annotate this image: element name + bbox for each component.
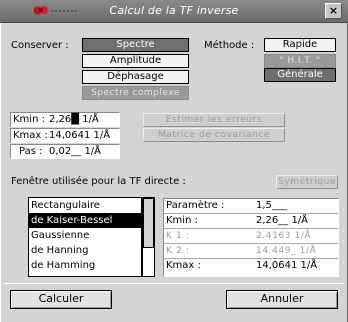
param-value: 14,0641 1/Å — [256, 260, 318, 271]
list-scrollbar-thumb[interactable] — [143, 198, 154, 248]
list-item-kaiser-bessel[interactable]: de Kaiser-Bessel — [29, 213, 141, 228]
kmax-label: Kmax : — [13, 130, 48, 141]
methode-option-hit[interactable]: " H.I.T. " — [264, 54, 336, 68]
param-row-kmin[interactable]: Kmin : 2,26__ 1/Å — [164, 214, 338, 229]
conserver-label: Conserver : — [11, 40, 69, 51]
window-function-list[interactable]: Rectangulaire de Kaiser-Bessel Gaussienn… — [28, 197, 142, 277]
list-item-rectangulaire[interactable]: Rectangulaire — [29, 198, 141, 213]
param-row-k2: K 2 : 14.449_ 1/Å — [164, 244, 338, 259]
param-key: Paramètre : — [166, 200, 225, 211]
estimer-erreurs-button[interactable]: Estimer les erreurs — [143, 113, 285, 127]
fenetre-label: Fenêtre utilisée pour la TF directe : — [11, 176, 186, 187]
methode-option-generale[interactable]: Générale — [264, 68, 336, 82]
window-parameters-table: Paramètre : 1,5___ Kmin : 2,26__ 1/Å K 1… — [163, 198, 339, 277]
param-key: K 1 : — [166, 231, 190, 241]
footer-separator — [4, 283, 344, 284]
list-item-gaussienne[interactable]: Gaussienne — [29, 228, 141, 243]
param-key: Kmax : — [166, 260, 201, 271]
annuler-button[interactable]: Annuler — [226, 290, 338, 309]
pas-label: Pas : — [19, 146, 43, 157]
param-key: K 2 : — [166, 246, 190, 256]
param-key: Kmin : — [166, 215, 198, 226]
kmin-value: 2,26█ 1/Å — [49, 114, 99, 125]
window-title: Calcul de la TF inverse — [109, 4, 239, 17]
kmax-value: 14,0641 1/Å — [49, 130, 111, 141]
conserver-option-spectre[interactable]: Spectre — [82, 38, 189, 52]
conserver-option-amplitude[interactable]: Amplitude — [82, 54, 189, 68]
pas-field[interactable]: Pas : 0,02__ 1/Å — [10, 144, 120, 159]
param-value: 2,26__ 1/Å — [256, 215, 309, 226]
param-value: 14.449_ 1/Å — [256, 246, 317, 256]
calculer-button[interactable]: Calculer — [10, 290, 112, 309]
param-row-kmax[interactable]: Kmax : 14,0641 1/Å — [164, 259, 338, 274]
param-row-k1: K 1 : 2.4163 1/Å — [164, 229, 338, 244]
conserver-option-dephasage[interactable]: Déphasage — [82, 70, 189, 84]
list-item-hamming[interactable]: de Hamming — [29, 258, 141, 273]
pas-value: 0,02__ 1/Å — [49, 146, 102, 157]
param-value: 2.4163 1/Å — [256, 231, 312, 241]
kmin-label: Kmin : — [13, 114, 45, 125]
kmin-field[interactable]: Kmin : 2,26█ 1/Å — [10, 112, 120, 127]
list-scrollbar[interactable] — [142, 197, 155, 277]
param-row-parametre[interactable]: Paramètre : 1,5___ — [164, 199, 338, 214]
matrice-covariance-button[interactable]: Matrice de covariance — [143, 128, 285, 142]
symetrique-button[interactable]: Symétrique — [276, 175, 338, 189]
close-button[interactable]: × — [325, 3, 342, 19]
methode-option-rapide[interactable]: Rapide — [264, 38, 336, 52]
methode-label: Méthode : — [204, 40, 255, 51]
kmax-field[interactable]: Kmax : 14,0641 1/Å — [10, 128, 120, 143]
param-value: 1,5___ — [256, 200, 287, 211]
conserver-option-spectre-complexe[interactable]: Spectre complexe — [82, 86, 189, 100]
list-item-hanning[interactable]: de Hanning — [29, 243, 141, 258]
